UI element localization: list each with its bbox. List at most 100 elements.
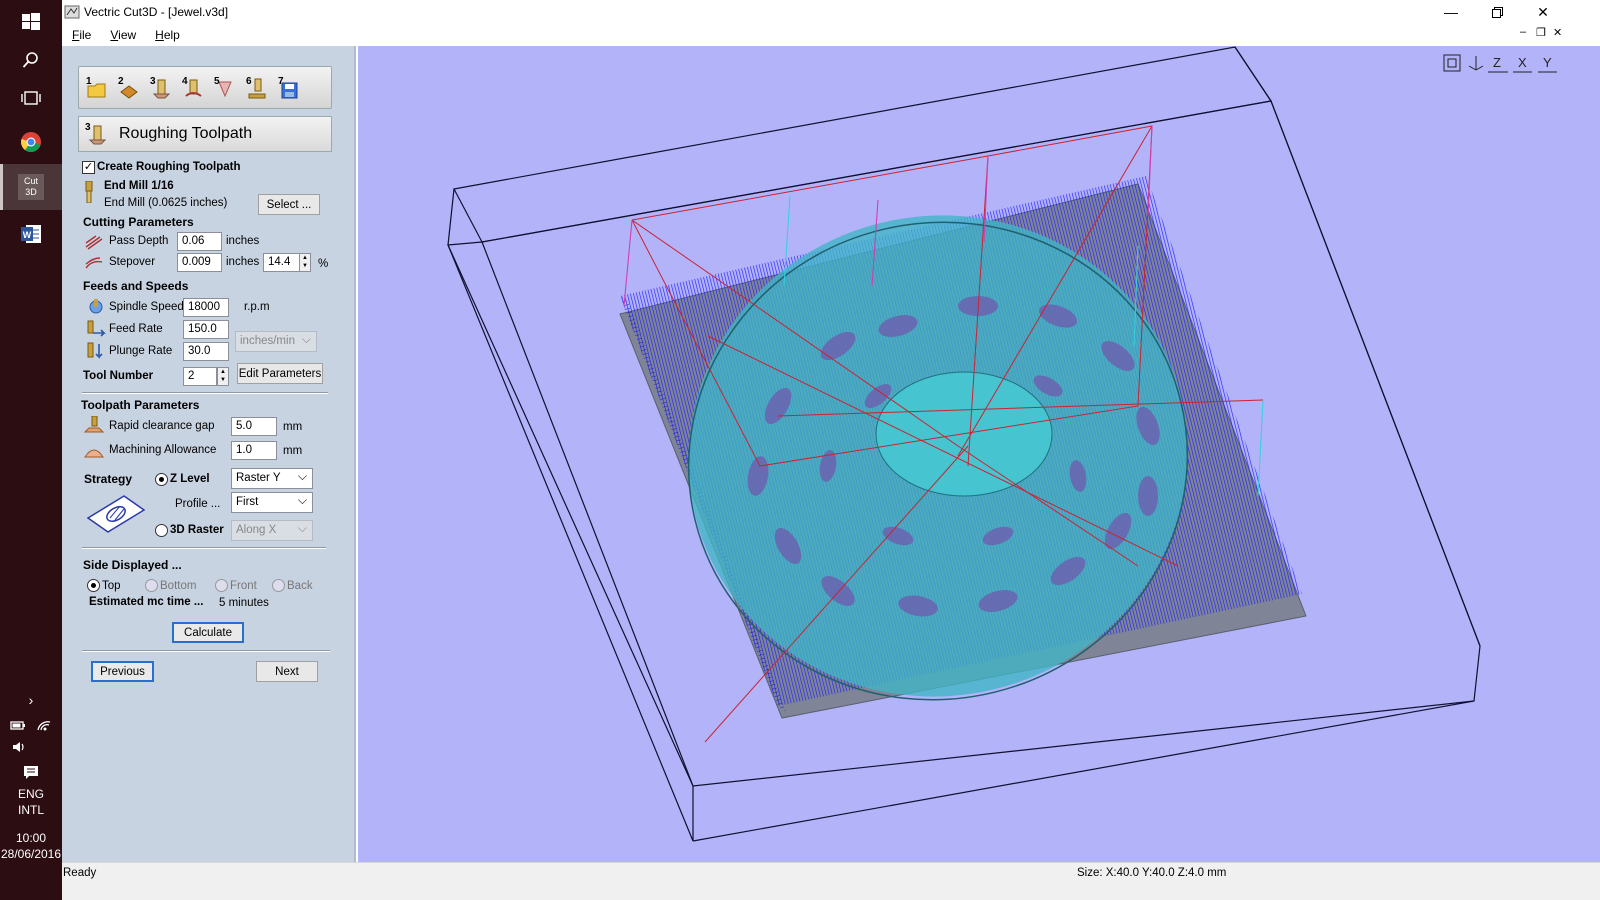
create-roughing-checkbox[interactable]: ✓: [82, 161, 95, 174]
zoom-extents-icon[interactable]: [1443, 54, 1461, 72]
model-size: Size: X:40.0 Y:40.0 Z:4.0 mm: [1077, 867, 1227, 879]
edit-parameters-button[interactable]: Edit Parameters: [237, 363, 323, 384]
close-button[interactable]: ✕: [1520, 0, 1566, 24]
menu-help[interactable]: Help: [145, 28, 189, 42]
previous-button[interactable]: Previous: [91, 661, 154, 682]
iso-view-icon[interactable]: [1468, 56, 1484, 71]
close-icon: ✕: [1537, 3, 1549, 20]
volume-button[interactable]: [0, 740, 62, 754]
toolpath-parameters-heading: Toolpath Parameters: [81, 398, 200, 412]
title-bar: Vectric Cut3D - [Jewel.v3d] — ✕: [62, 0, 1600, 24]
step-6-preview-button[interactable]: 6: [243, 74, 271, 102]
svg-text:X: X: [1518, 55, 1527, 70]
menu-file[interactable]: File: [62, 28, 100, 42]
panel-title: Roughing Toolpath: [119, 125, 253, 142]
zlevel-label: Z Level: [170, 473, 210, 485]
mdi-minimize-button[interactable]: –: [1520, 26, 1526, 38]
step-5-cutout-button[interactable]: 5: [211, 74, 239, 102]
mdi-restore-button[interactable]: ❐: [1536, 26, 1546, 39]
orient-model-icon: 2: [118, 76, 138, 99]
svg-text:Z: Z: [1493, 55, 1501, 70]
feed-rate-input[interactable]: 150.0: [183, 320, 229, 339]
finishing-tool-icon: 4: [182, 76, 202, 97]
step-2-orient-button[interactable]: 2: [115, 74, 143, 102]
tray-icons: [0, 718, 62, 732]
stepover-percent-spinner[interactable]: ▲ ▼: [299, 253, 311, 272]
tool-number-spinner[interactable]: ▲ ▼: [217, 367, 229, 386]
svg-text:2: 2: [118, 76, 124, 87]
taskbar-chrome[interactable]: [0, 120, 62, 164]
tool-number-input[interactable]: 2: [183, 367, 217, 386]
select-tool-button[interactable]: Select ...: [258, 194, 320, 215]
wifi-icon[interactable]: [36, 718, 52, 732]
3d-viewport[interactable]: Z X Y: [358, 46, 1600, 862]
volume-icon: [13, 742, 24, 752]
plunge-rate-input[interactable]: 30.0: [183, 342, 229, 361]
spindle-speed-input[interactable]: 18000: [183, 298, 229, 317]
pass-depth-icon: [85, 235, 103, 250]
3d-raster-label: 3D Raster: [170, 524, 224, 536]
stepover-icon: [85, 257, 103, 269]
percent-sign: %: [318, 258, 329, 270]
menu-view[interactable]: View: [100, 28, 145, 42]
rapid-clearance-input[interactable]: 5.0: [231, 417, 277, 436]
toolpath-preview[interactable]: Z X Y: [358, 46, 1600, 862]
view-toolbar: Z X Y: [1443, 54, 1557, 73]
next-button[interactable]: Next: [256, 661, 318, 682]
wizard-step-toolbar: 1 2 3 4 5 6 7: [78, 66, 332, 109]
status-text: Ready: [63, 867, 97, 879]
zlevel-raster-select[interactable]: Raster Y: [231, 468, 313, 489]
svg-text:3: 3: [85, 122, 91, 133]
step-1-open-button[interactable]: 1: [83, 74, 111, 102]
input-language[interactable]: ENG INTL: [0, 786, 62, 818]
zlevel-radio[interactable]: [155, 473, 168, 486]
3d-raster-direction-select[interactable]: Along X: [231, 520, 313, 541]
view-y-icon[interactable]: Y: [1538, 55, 1557, 73]
stepover-percent-input[interactable]: 14.4: [263, 253, 300, 272]
profile-label: Profile ...: [175, 498, 221, 510]
restore-button[interactable]: [1474, 0, 1520, 24]
taskbar-word[interactable]: W: [0, 212, 62, 256]
view-x-icon[interactable]: X: [1513, 55, 1532, 73]
step-7-save-button[interactable]: 7: [275, 74, 303, 102]
create-roughing-label: Create Roughing Toolpath: [97, 161, 241, 173]
machining-allowance-input[interactable]: 1.0: [231, 441, 277, 460]
preview-icon: 6: [246, 76, 266, 98]
3d-raster-radio[interactable]: [155, 524, 168, 537]
step-4-finishing-button[interactable]: 4: [179, 74, 207, 102]
open-folder-icon: 1: [86, 76, 106, 97]
pass-depth-input[interactable]: 0.06: [177, 232, 222, 251]
plunge-rate-label: Plunge Rate: [109, 345, 173, 357]
view-z-icon[interactable]: Z: [1488, 55, 1508, 73]
clock[interactable]: 10:00 28/06/2016: [0, 830, 62, 862]
cutting-parameters-heading: Cutting Parameters: [83, 215, 194, 229]
machining-allowance-icon: [84, 449, 104, 458]
estimated-time-label: Estimated mc time ...: [89, 596, 204, 608]
spin-down-icon: ▼: [220, 377, 226, 383]
step-3-roughing-button[interactable]: 3: [147, 74, 175, 102]
show-hidden-icons-button[interactable]: ›: [0, 692, 62, 708]
task-view-button[interactable]: [0, 76, 62, 120]
mdi-close-button[interactable]: ✕: [1553, 26, 1562, 39]
minimize-button[interactable]: —: [1428, 0, 1474, 24]
calculate-button[interactable]: Calculate: [172, 622, 244, 643]
roughing-toolpath-panel: 1 2 3 4 5 6 7 3 Roughing Toolpath ✓ Crea…: [62, 46, 356, 862]
side-top-label: Top: [102, 580, 121, 592]
battery-icon[interactable]: [10, 718, 26, 732]
side-bottom-radio[interactable]: [145, 579, 158, 592]
strategy-heading: Strategy: [84, 472, 133, 486]
cutout-tool-icon: 5: [214, 76, 232, 97]
stepover-input[interactable]: 0.009: [177, 253, 222, 272]
tool-description: End Mill (0.0625 inches): [104, 197, 228, 209]
divider: [82, 650, 330, 652]
rate-unit-select[interactable]: inches/min: [235, 331, 317, 352]
side-top-radio[interactable]: [87, 579, 100, 592]
action-center-button[interactable]: [0, 765, 62, 781]
window-title: Vectric Cut3D - [Jewel.v3d]: [84, 5, 229, 19]
minimize-icon: —: [1444, 4, 1458, 20]
taskbar-cut3d[interactable]: Cut 3D: [0, 164, 62, 210]
profile-select[interactable]: First: [231, 492, 313, 513]
notification-icon: [24, 766, 38, 779]
side-back-radio[interactable]: [272, 579, 285, 592]
side-front-radio[interactable]: [215, 579, 228, 592]
